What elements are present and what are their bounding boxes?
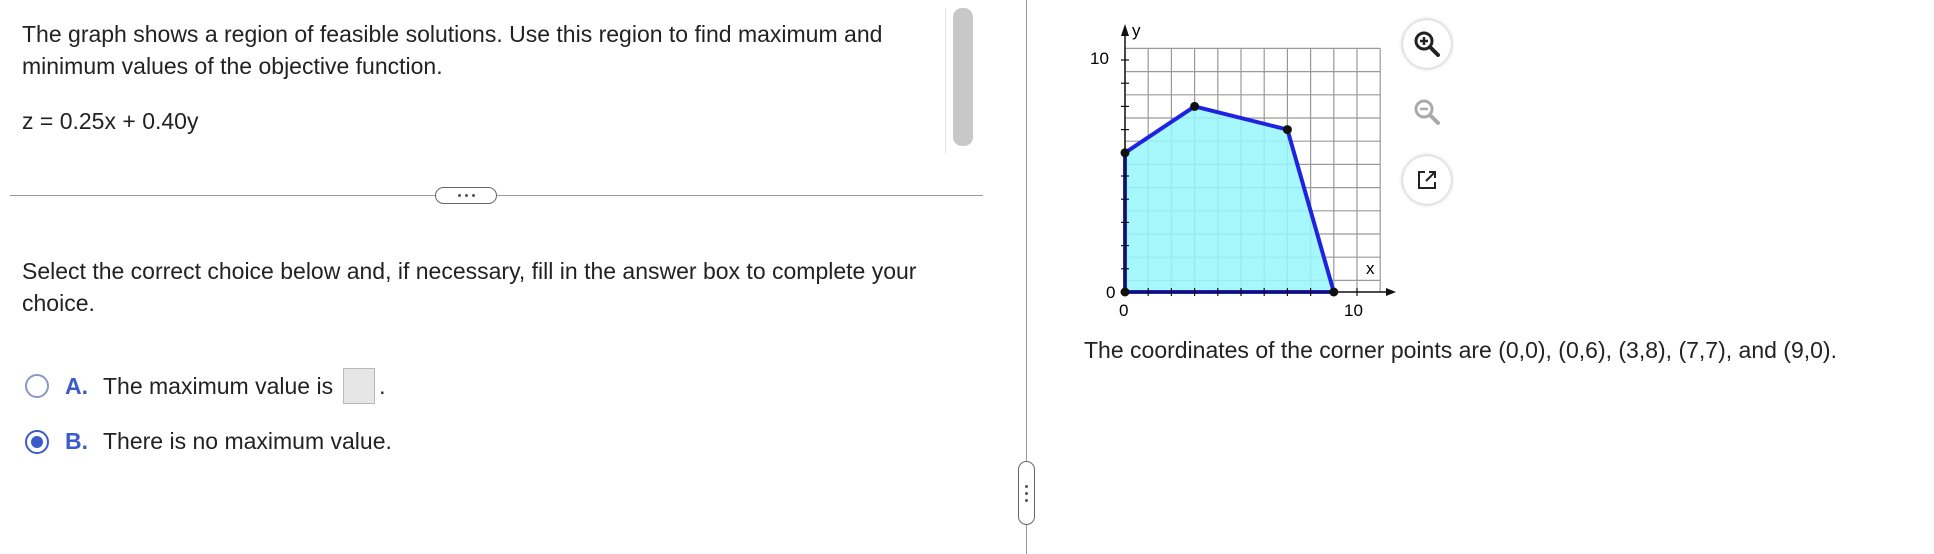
x-axis-label: x (1366, 259, 1375, 278)
x-tick-label-0: 0 (1119, 301, 1128, 320)
pane-resize-handle[interactable] (1018, 461, 1035, 525)
dot-icon (457, 194, 461, 197)
question-pane: The graph shows a region of feasible sol… (0, 0, 1010, 554)
dot-icon (464, 194, 468, 197)
choice-b-letter: B. (65, 428, 88, 454)
scroll-track (945, 8, 946, 153)
choice-a[interactable]: A. The maximum value is . (25, 368, 385, 404)
popout-icon (1418, 171, 1436, 189)
expand-button[interactable] (435, 187, 497, 204)
choice-b[interactable]: B. There is no maximum value. (25, 428, 392, 455)
radio-choice-b[interactable] (25, 429, 49, 454)
instruction-text: Select the correct choice below and, if … (22, 258, 917, 316)
objective-function: z = 0.25x + 0.40y (22, 108, 199, 134)
choice-a-letter: A. (65, 372, 88, 399)
zoom-in-icon (1414, 31, 1440, 57)
dot-icon (1025, 498, 1028, 502)
popout-button[interactable] (1403, 156, 1451, 204)
x-tick-label-10: 10 (1344, 301, 1363, 320)
y-axis-label: y (1132, 21, 1141, 40)
problem-statement: The graph shows a region of feasible sol… (22, 21, 883, 79)
zoom-out-button[interactable] (1403, 88, 1451, 136)
dot-icon (1025, 491, 1028, 495)
corner-point (1190, 101, 1200, 111)
corner-point (1120, 287, 1130, 297)
y-tick-label-10: 10 (1090, 49, 1109, 68)
corner-point (1329, 287, 1339, 297)
y-tick-label-0: 0 (1106, 283, 1115, 302)
answer-input-box[interactable] (343, 368, 376, 404)
zoom-in-button[interactable] (1403, 20, 1451, 68)
choice-a-period: . (379, 372, 386, 399)
corner-point (1120, 148, 1130, 158)
corner-point (1282, 125, 1292, 135)
radio-choice-a[interactable] (25, 374, 49, 398)
choice-b-text: There is no maximum value. (103, 428, 392, 454)
feasible-region (1123, 104, 1336, 294)
scrollbar-thumb[interactable] (953, 8, 973, 146)
dot-icon (1025, 484, 1028, 488)
feasible-region-graph: y x 0 10 0 10 (1090, 21, 1396, 320)
corner-points-text: The coordinates of the corner points are… (1084, 337, 1837, 363)
choice-a-text: The maximum value is (103, 372, 334, 399)
zoom-out-icon (1414, 99, 1440, 125)
dot-icon (471, 194, 475, 197)
